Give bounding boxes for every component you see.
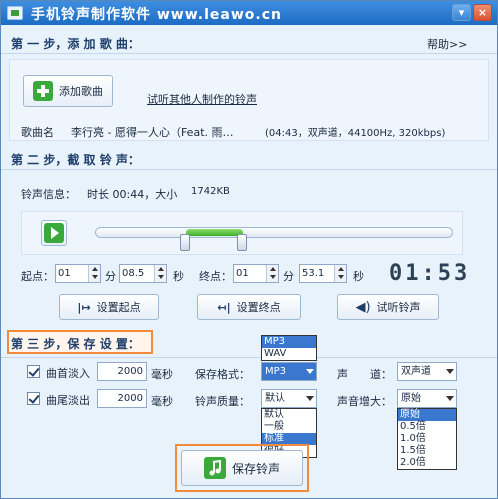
chevron-down-icon bbox=[306, 369, 314, 374]
listen-button[interactable]: ◀) 试听铃声 bbox=[337, 294, 439, 320]
format-options[interactable]: MP3 WAV bbox=[261, 335, 317, 361]
ringtone-duration: 时长 00:44，大小 bbox=[87, 188, 178, 201]
step3-title: 第 三 步，保 存 设 置： bbox=[11, 337, 140, 351]
divider bbox=[1, 357, 497, 358]
divider bbox=[1, 169, 497, 170]
gain-option[interactable]: 2.0倍 bbox=[398, 457, 456, 469]
fadein-checkbox[interactable] bbox=[27, 365, 40, 378]
end-marker-icon: ↤| bbox=[217, 300, 231, 314]
format-select[interactable]: MP3 bbox=[261, 362, 317, 381]
chevron-down-icon bbox=[446, 369, 454, 374]
end-minute-stepper[interactable]: 01 bbox=[233, 264, 279, 283]
ringtone-info-label: 铃声信息： bbox=[21, 188, 76, 201]
gain-option[interactable]: 原始 bbox=[398, 409, 456, 421]
minimize-button[interactable]: ▾ bbox=[452, 4, 471, 21]
song-info: (04:43，双声道，44100Hz, 320kbps) bbox=[265, 128, 446, 139]
ms-unit: 毫秒 bbox=[151, 395, 173, 408]
set-end-button[interactable]: ↤| 设置终点 bbox=[197, 294, 301, 320]
fadeout-input[interactable]: 2000 bbox=[97, 389, 147, 408]
end-handle[interactable] bbox=[236, 234, 247, 251]
format-label: 保存格式： bbox=[195, 368, 250, 381]
gain-label: 声音增大： bbox=[337, 395, 392, 408]
music-note-icon bbox=[203, 457, 226, 479]
play-icon bbox=[44, 223, 64, 243]
set-start-button[interactable]: |↦ 设置起点 bbox=[59, 294, 159, 320]
ringtone-size: 1742KB bbox=[191, 186, 230, 197]
plus-icon bbox=[33, 81, 53, 101]
chevron-down-icon bbox=[446, 396, 454, 401]
title-bar[interactable]: 手机铃声制作软件 www.leawo.cn ▾ × bbox=[1, 1, 497, 25]
quality-label: 铃声质量： bbox=[195, 395, 250, 408]
speaker-icon: ◀) bbox=[355, 299, 371, 315]
start-marker-icon: |↦ bbox=[77, 300, 91, 314]
try-others-link[interactable]: 试听其他人制作的铃声 bbox=[147, 91, 257, 107]
gain-option[interactable]: 1.0倍 bbox=[398, 433, 456, 445]
play-button[interactable] bbox=[41, 220, 67, 246]
app-icon bbox=[7, 6, 23, 20]
song-name: 李行亮 - 愿得一人心（Feat. 雨… bbox=[71, 126, 234, 139]
save-ringtone-button[interactable]: 保存铃声 bbox=[181, 450, 303, 486]
help-link[interactable]: 帮助>> bbox=[427, 36, 467, 52]
window-title: 手机铃声制作软件 www.leawo.cn bbox=[31, 7, 282, 23]
chevron-down-icon bbox=[306, 396, 314, 401]
ms-unit: 毫秒 bbox=[151, 368, 173, 381]
start-second-stepper[interactable]: 08.5 bbox=[119, 264, 167, 283]
format-option[interactable]: WAV bbox=[262, 348, 316, 360]
minute-unit: 分 bbox=[105, 270, 116, 283]
start-label: 起点： bbox=[21, 270, 54, 283]
step1-title: 第 一 步，添 加 歌 曲： bbox=[11, 37, 140, 51]
fadeout-checkbox[interactable] bbox=[27, 392, 40, 405]
quality-option[interactable]: 一般 bbox=[262, 421, 316, 433]
gain-option[interactable]: 0.5倍 bbox=[398, 421, 456, 433]
second-unit: 秒 bbox=[353, 270, 364, 283]
trim-slider-track[interactable] bbox=[95, 227, 453, 238]
fadein-label: 曲首淡入 bbox=[46, 367, 90, 380]
start-handle[interactable] bbox=[179, 234, 190, 251]
gain-options[interactable]: 原始 0.5倍 1.0倍 1.5倍 2.0倍 bbox=[397, 408, 457, 470]
divider bbox=[1, 53, 497, 54]
fadeout-label: 曲尾淡出 bbox=[46, 394, 90, 407]
channel-label: 声 道： bbox=[337, 368, 392, 381]
song-label: 歌曲名 bbox=[21, 126, 54, 139]
end-second-stepper[interactable]: 53.1 bbox=[299, 264, 347, 283]
app-window: 手机铃声制作软件 www.leawo.cn ▾ × 第 一 步，添 加 歌 曲：… bbox=[0, 0, 498, 499]
fadein-input[interactable]: 2000 bbox=[97, 362, 147, 381]
trim-slider-selection bbox=[185, 229, 243, 236]
close-button[interactable]: × bbox=[473, 4, 492, 21]
add-song-label: 添加歌曲 bbox=[59, 85, 103, 98]
quality-select[interactable]: 默认 bbox=[261, 389, 317, 408]
start-minute-stepper[interactable]: 01 bbox=[55, 264, 101, 283]
gain-select[interactable]: 原始 bbox=[397, 389, 457, 408]
add-song-button[interactable]: 添加歌曲 bbox=[23, 75, 113, 107]
format-option[interactable]: MP3 bbox=[262, 336, 316, 348]
gain-option[interactable]: 1.5倍 bbox=[398, 445, 456, 457]
step2-title: 第 二 步，截 取 铃 声： bbox=[11, 153, 140, 167]
time-display: 01:53 bbox=[389, 261, 471, 286]
quality-option[interactable]: 默认 bbox=[262, 409, 316, 421]
minute-unit: 分 bbox=[283, 270, 294, 283]
second-unit: 秒 bbox=[173, 270, 184, 283]
end-label: 终点： bbox=[199, 270, 232, 283]
channel-select[interactable]: 双声道 bbox=[397, 362, 457, 381]
